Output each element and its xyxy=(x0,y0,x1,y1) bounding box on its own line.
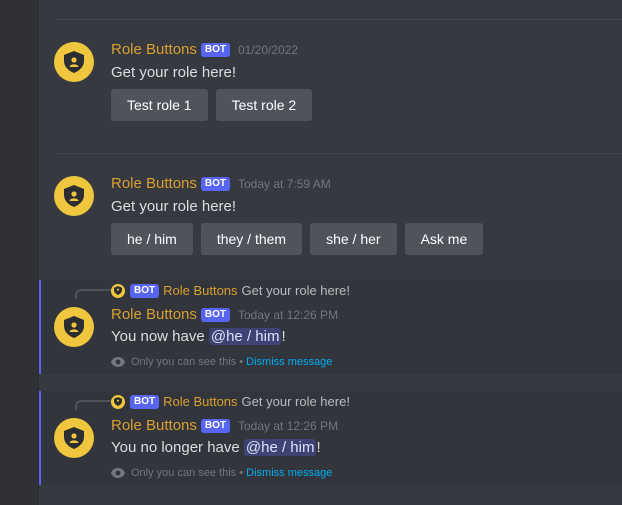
message-divider xyxy=(56,153,622,154)
eye-icon xyxy=(111,468,125,478)
reply-username[interactable]: Role Buttons xyxy=(163,394,237,409)
role-button-test-role-2[interactable]: Test role 2 xyxy=(215,89,313,121)
reply-text[interactable]: Get your role here! xyxy=(242,283,350,298)
message-divider xyxy=(56,19,622,20)
role-button-they-them[interactable]: they / them xyxy=(200,223,303,255)
username[interactable]: Role Buttons xyxy=(111,417,197,434)
reply-avatar xyxy=(111,394,125,409)
timestamp[interactable]: 01/20/2022 xyxy=(238,43,298,57)
reply-username[interactable]: Role Buttons xyxy=(163,283,237,298)
shield-icon xyxy=(114,397,122,406)
bot-tag: BOT xyxy=(130,394,160,409)
timestamp[interactable]: Today at 12:26 PM xyxy=(238,308,338,322)
username[interactable]: Role Buttons xyxy=(111,175,197,192)
role-button-he-him[interactable]: he / him xyxy=(111,223,193,255)
bot-avatar[interactable] xyxy=(54,176,94,216)
timestamp[interactable]: Today at 12:26 PM xyxy=(238,419,338,433)
separator: • xyxy=(236,356,247,368)
role-button-test-role-1[interactable]: Test role 1 xyxy=(111,89,208,121)
reply-preview[interactable]: BOT Role Buttons Get your role here! xyxy=(111,394,350,409)
message-content: Get your role here! xyxy=(111,64,237,81)
shield-icon xyxy=(64,51,84,73)
reply-text[interactable]: Get your role here! xyxy=(242,394,350,409)
timestamp[interactable]: Today at 7:59 AM xyxy=(238,177,331,191)
message-2: Role Buttons BOT Today at 7:59 AM Get yo… xyxy=(39,164,622,264)
dismiss-message-link[interactable]: Dismiss message xyxy=(246,356,332,368)
bot-tag: BOT xyxy=(200,176,230,191)
role-mention[interactable]: @he / him xyxy=(208,328,282,345)
bot-tag: BOT xyxy=(200,42,230,57)
bot-tag: BOT xyxy=(200,418,230,433)
dismiss-message-link[interactable]: Dismiss message xyxy=(246,467,332,479)
reply-preview[interactable]: BOT Role Buttons Get your role here! xyxy=(111,283,350,298)
reply-connector xyxy=(75,289,113,299)
role-button-ask-me[interactable]: Ask me xyxy=(404,223,484,255)
message-1: Role Buttons BOT 01/20/2022 Get your rol… xyxy=(39,30,622,130)
ephemeral-note: Only you can see this xyxy=(131,467,237,479)
shield-icon xyxy=(114,286,122,295)
bot-avatar[interactable] xyxy=(54,418,94,458)
shield-icon xyxy=(64,427,84,449)
bot-tag: BOT xyxy=(200,307,230,322)
reply-avatar xyxy=(111,283,125,298)
left-sidebar xyxy=(0,0,39,505)
eye-icon xyxy=(111,357,125,367)
ephemeral-message-2: BOT Role Buttons Get your role here! Rol… xyxy=(39,391,622,485)
bot-tag: BOT xyxy=(130,283,160,298)
username[interactable]: Role Buttons xyxy=(111,41,197,58)
content-suffix: ! xyxy=(281,328,286,345)
bot-avatar[interactable] xyxy=(54,307,94,347)
content-prefix: You now have xyxy=(111,328,209,345)
ephemeral-note: Only you can see this xyxy=(131,356,237,368)
role-button-she-her[interactable]: she / her xyxy=(310,223,397,255)
content-prefix: You no longer have xyxy=(111,439,244,456)
bot-avatar[interactable] xyxy=(54,42,94,82)
role-mention[interactable]: @he / him xyxy=(243,439,317,456)
separator: • xyxy=(236,467,247,479)
message-content: You no longer have @he / him! xyxy=(111,439,321,456)
shield-icon xyxy=(64,185,84,207)
ephemeral-message-1: BOT Role Buttons Get your role here! Rol… xyxy=(39,280,622,374)
shield-icon xyxy=(64,316,84,338)
content-suffix: ! xyxy=(316,439,321,456)
message-content: Get your role here! xyxy=(111,198,237,215)
message-content: You now have @he / him! xyxy=(111,328,286,345)
username[interactable]: Role Buttons xyxy=(111,306,197,323)
reply-connector xyxy=(75,400,113,410)
